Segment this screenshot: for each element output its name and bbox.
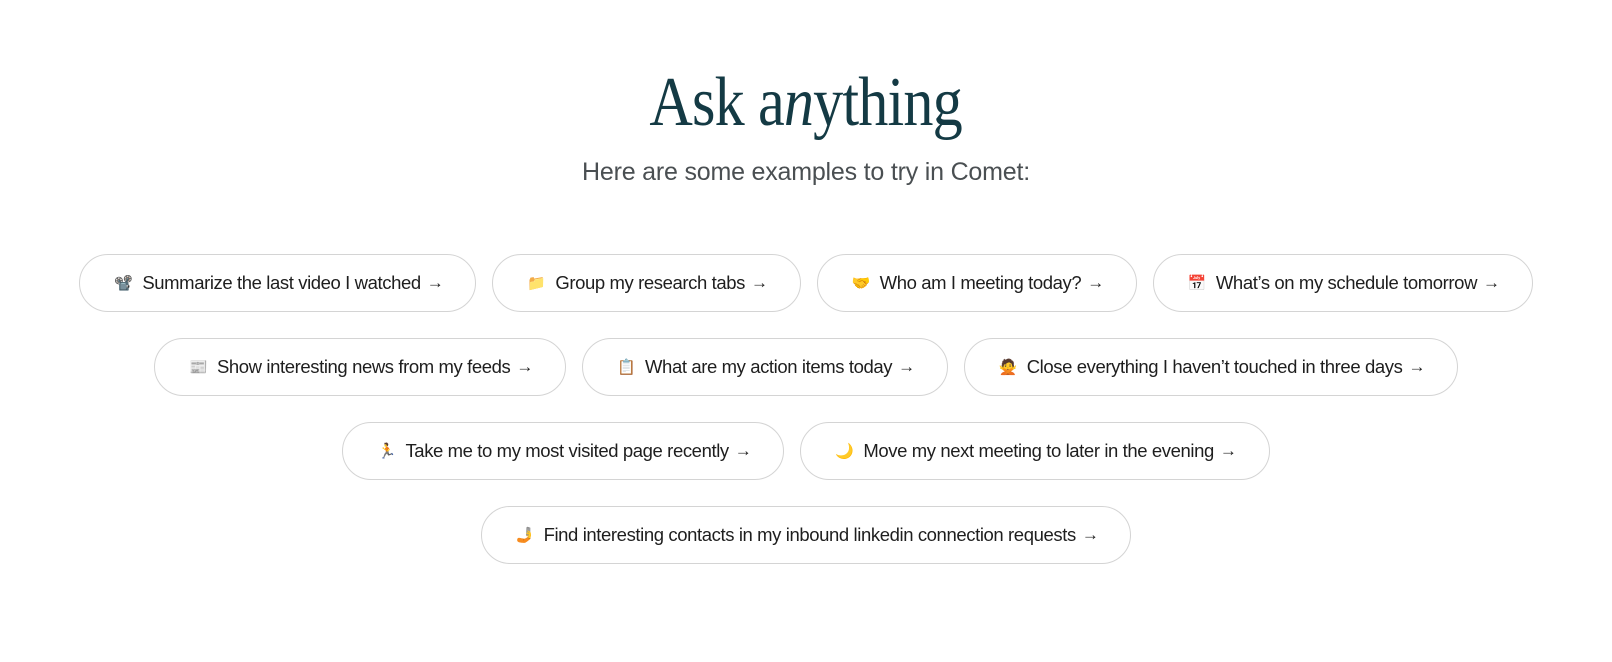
chip-row-4: 🤳 Find interesting contacts in my inboun… — [0, 506, 1612, 564]
arrow-right-icon: → — [898, 357, 915, 376]
title-part-1: Ask a — [649, 64, 785, 141]
title-italic-letter: n — [784, 64, 814, 141]
chip-label: Close everything I haven’t touched in th… — [1026, 356, 1403, 377]
person-gesturing-no-icon: 🙅 — [998, 358, 1018, 376]
arrow-right-icon: → — [1483, 273, 1500, 292]
chip-row-2: 📰 Show interesting news from my feeds → … — [0, 338, 1612, 396]
prompt-chip-move-meeting[interactable]: 🌙 Move my next meeting to later in the e… — [800, 422, 1270, 480]
page-subtitle: Here are some examples to try in Comet: — [582, 158, 1030, 186]
arrow-right-icon: → — [1081, 525, 1099, 544]
projector-icon: 📽️ — [114, 274, 133, 292]
prompt-chip-linkedin-contacts[interactable]: 🤳 Find interesting contacts in my inboun… — [480, 506, 1132, 564]
prompt-chip-meeting-today[interactable]: 🤝 Who am I meeting today? → — [816, 254, 1137, 312]
example-prompts: 📽️ Summarize the last video I watched → … — [0, 254, 1612, 590]
calendar-icon: 📅 — [1187, 274, 1207, 292]
chip-label: Who am I meeting today? — [879, 272, 1082, 293]
newspaper-icon: 📰 — [188, 358, 208, 376]
arrow-right-icon: → — [516, 357, 533, 376]
arrow-right-icon: → — [1408, 357, 1426, 376]
chip-label: Summarize the last video I watched — [142, 272, 421, 293]
crescent-moon-icon: 🌙 — [835, 442, 854, 460]
prompt-chip-action-items[interactable]: 📋 What are my action items today → — [582, 338, 948, 396]
prompt-chip-close-tabs[interactable]: 🙅 Close everything I haven’t touched in … — [963, 338, 1459, 396]
clipboard-icon: 📋 — [617, 358, 636, 376]
prompt-chip-schedule-tomorrow[interactable]: 📅 What’s on my schedule tomorrow → — [1152, 254, 1533, 312]
arrow-right-icon: → — [1219, 441, 1237, 460]
arrow-right-icon: → — [426, 273, 444, 292]
title-part-2: ything — [813, 64, 964, 141]
chip-label: What’s on my schedule tomorrow — [1215, 272, 1478, 293]
arrow-right-icon: → — [1087, 273, 1104, 292]
page-title: Ask anything — [649, 62, 964, 144]
folder-icon: 📁 — [527, 274, 546, 292]
chip-label: What are my action items today — [645, 356, 893, 377]
prompt-chip-news-feeds[interactable]: 📰 Show interesting news from my feeds → — [153, 338, 566, 396]
chip-label: Find interesting contacts in my inbound … — [543, 524, 1077, 545]
prompt-chip-group-tabs[interactable]: 📁 Group my research tabs → — [492, 254, 801, 312]
handshake-icon: 🤝 — [851, 274, 871, 292]
person-running-icon: 🏃 — [377, 442, 396, 460]
chip-label: Take me to my most visited page recently — [405, 440, 729, 461]
prompt-chip-most-visited[interactable]: 🏃 Take me to my most visited page recent… — [342, 422, 785, 480]
chip-label: Show interesting news from my feeds — [216, 356, 511, 377]
chip-row-3: 🏃 Take me to my most visited page recent… — [0, 422, 1612, 480]
hero-section: Ask anything Here are some examples to t… — [0, 62, 1612, 188]
arrow-right-icon: → — [751, 273, 768, 292]
chip-label: Move my next meeting to later in the eve… — [863, 440, 1214, 461]
chip-label: Group my research tabs — [555, 272, 746, 293]
prompt-chip-summarize-video[interactable]: 📽️ Summarize the last video I watched → — [79, 254, 477, 312]
chip-row-1: 📽️ Summarize the last video I watched → … — [0, 254, 1612, 312]
selfie-icon: 🤳 — [515, 526, 535, 544]
arrow-right-icon: → — [734, 441, 752, 460]
